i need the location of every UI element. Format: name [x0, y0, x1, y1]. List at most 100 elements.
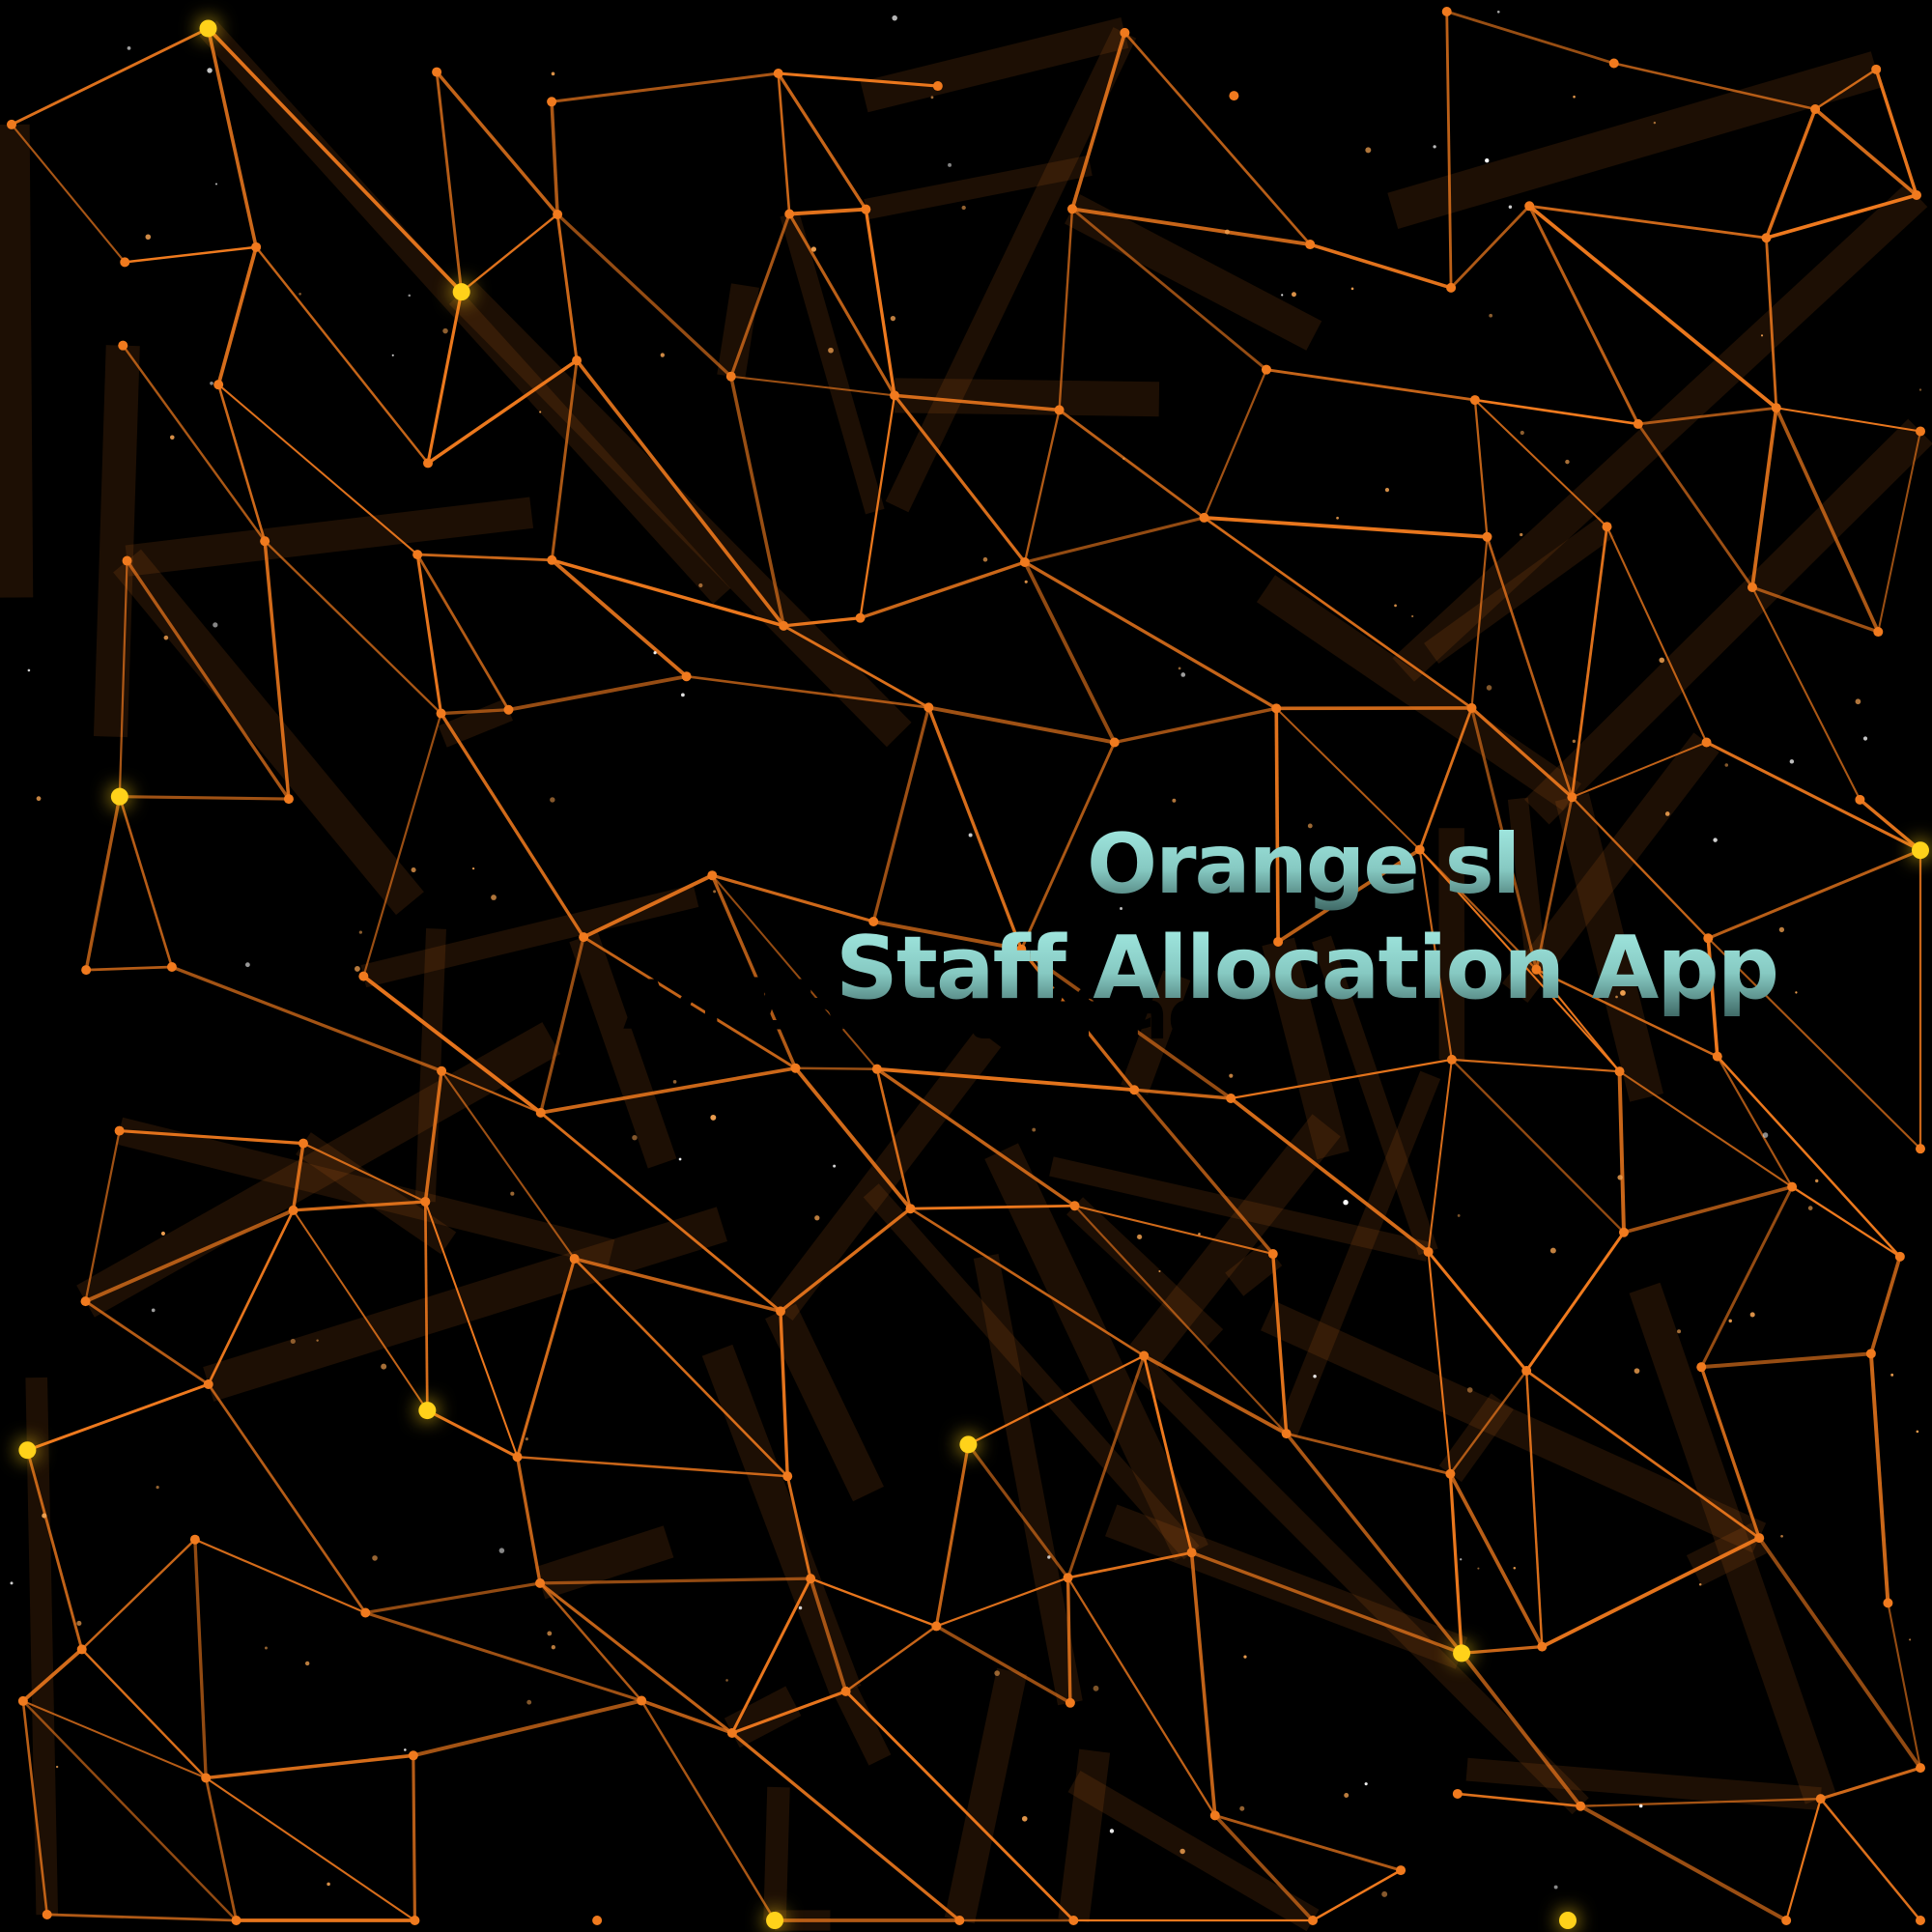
- network-node: [1109, 737, 1120, 748]
- network-edge: [777, 72, 867, 211]
- network-node: [1209, 1810, 1220, 1821]
- network-node: [1912, 190, 1922, 201]
- network-node: [932, 81, 943, 92]
- network-node: [855, 612, 866, 623]
- particle: [632, 1135, 638, 1141]
- network-node: [1261, 364, 1271, 375]
- particle: [672, 1079, 677, 1084]
- particle: [1460, 1558, 1463, 1561]
- particle: [10, 1581, 14, 1585]
- network-node: [114, 1125, 125, 1136]
- network-node: [17, 1695, 28, 1706]
- particle: [163, 635, 169, 640]
- network-node: [1916, 1763, 1925, 1774]
- particle: [1381, 1890, 1388, 1897]
- network-node: [1445, 1468, 1456, 1479]
- network-edge: [1023, 410, 1061, 563]
- particle: [36, 796, 42, 802]
- network-node: [572, 355, 582, 366]
- network-edge: [412, 1698, 642, 1758]
- particle: [316, 1339, 319, 1342]
- particle: [358, 930, 362, 934]
- network-node: [840, 1686, 851, 1696]
- particle: [1172, 798, 1177, 803]
- network-edge: [789, 207, 867, 216]
- network-edge: [555, 213, 732, 378]
- network-edge: [1309, 242, 1452, 290]
- particle: [1909, 1638, 1912, 1641]
- particle: [547, 1631, 553, 1636]
- network-node: [1452, 1788, 1463, 1799]
- network-node: [81, 965, 92, 976]
- network-strand: [765, 1303, 884, 1502]
- network-edge: [575, 359, 785, 627]
- particle: [1677, 1329, 1682, 1334]
- particle: [1713, 838, 1718, 842]
- network-node: [452, 283, 470, 301]
- network-node: [1771, 403, 1781, 413]
- network-edge: [1868, 1353, 1890, 1604]
- particle: [1795, 991, 1798, 994]
- network-edge: [777, 72, 791, 214]
- particle: [1477, 1567, 1480, 1570]
- network-node: [773, 68, 783, 78]
- network-edge: [1203, 369, 1267, 519]
- network-node: [1068, 1916, 1079, 1925]
- particle: [213, 622, 218, 628]
- particle: [1762, 1132, 1769, 1138]
- particle: [1024, 580, 1028, 583]
- network-edge: [1701, 1351, 1872, 1370]
- network-node: [1065, 1697, 1075, 1708]
- particle: [1384, 488, 1390, 493]
- particle: [798, 1605, 803, 1610]
- network-node: [784, 209, 795, 219]
- network-edge: [1776, 407, 1921, 433]
- network-node: [1271, 703, 1282, 714]
- network-strand: [780, 211, 885, 515]
- network-edge: [119, 795, 289, 801]
- network-node: [1614, 1066, 1625, 1077]
- particle: [1313, 1375, 1317, 1378]
- network-edge: [1524, 1370, 1544, 1647]
- network-node: [199, 19, 217, 38]
- network-edge: [435, 71, 559, 216]
- particle: [1032, 1127, 1037, 1132]
- network-node: [1855, 794, 1865, 805]
- network-edge: [1617, 1071, 1626, 1233]
- network-edge: [460, 213, 558, 294]
- network-node: [118, 340, 128, 351]
- particle: [1890, 1373, 1894, 1377]
- network-node: [1063, 1573, 1073, 1583]
- network-edge: [539, 1581, 733, 1735]
- particle: [1664, 811, 1670, 816]
- network-strand: [534, 1525, 674, 1600]
- network-node: [1186, 1548, 1197, 1558]
- network-edge: [795, 1066, 877, 1070]
- network-edge: [207, 27, 464, 294]
- particle: [1239, 1805, 1245, 1811]
- network-edge: [1451, 1058, 1620, 1073]
- network-edge: [1869, 1256, 1902, 1354]
- network-node: [1482, 531, 1492, 542]
- network-edge: [1705, 741, 1921, 852]
- network-edge: [1527, 205, 1640, 425]
- particle: [550, 797, 555, 803]
- network-node: [1894, 1251, 1905, 1262]
- particle: [814, 1215, 820, 1221]
- network-strand: [113, 549, 424, 916]
- particle: [298, 292, 301, 296]
- network-node: [535, 1577, 546, 1588]
- network-node: [1019, 556, 1030, 567]
- network-node: [1441, 7, 1452, 16]
- network-edge: [844, 1625, 938, 1692]
- network-edge: [508, 674, 688, 712]
- network-node: [7, 119, 16, 129]
- network-node: [166, 962, 177, 973]
- network-edge: [255, 246, 429, 465]
- network-node: [1120, 27, 1130, 38]
- particle: [1653, 121, 1657, 125]
- network-node: [358, 971, 369, 981]
- particle: [1350, 287, 1354, 291]
- particle: [127, 46, 131, 50]
- network-edge: [126, 559, 291, 801]
